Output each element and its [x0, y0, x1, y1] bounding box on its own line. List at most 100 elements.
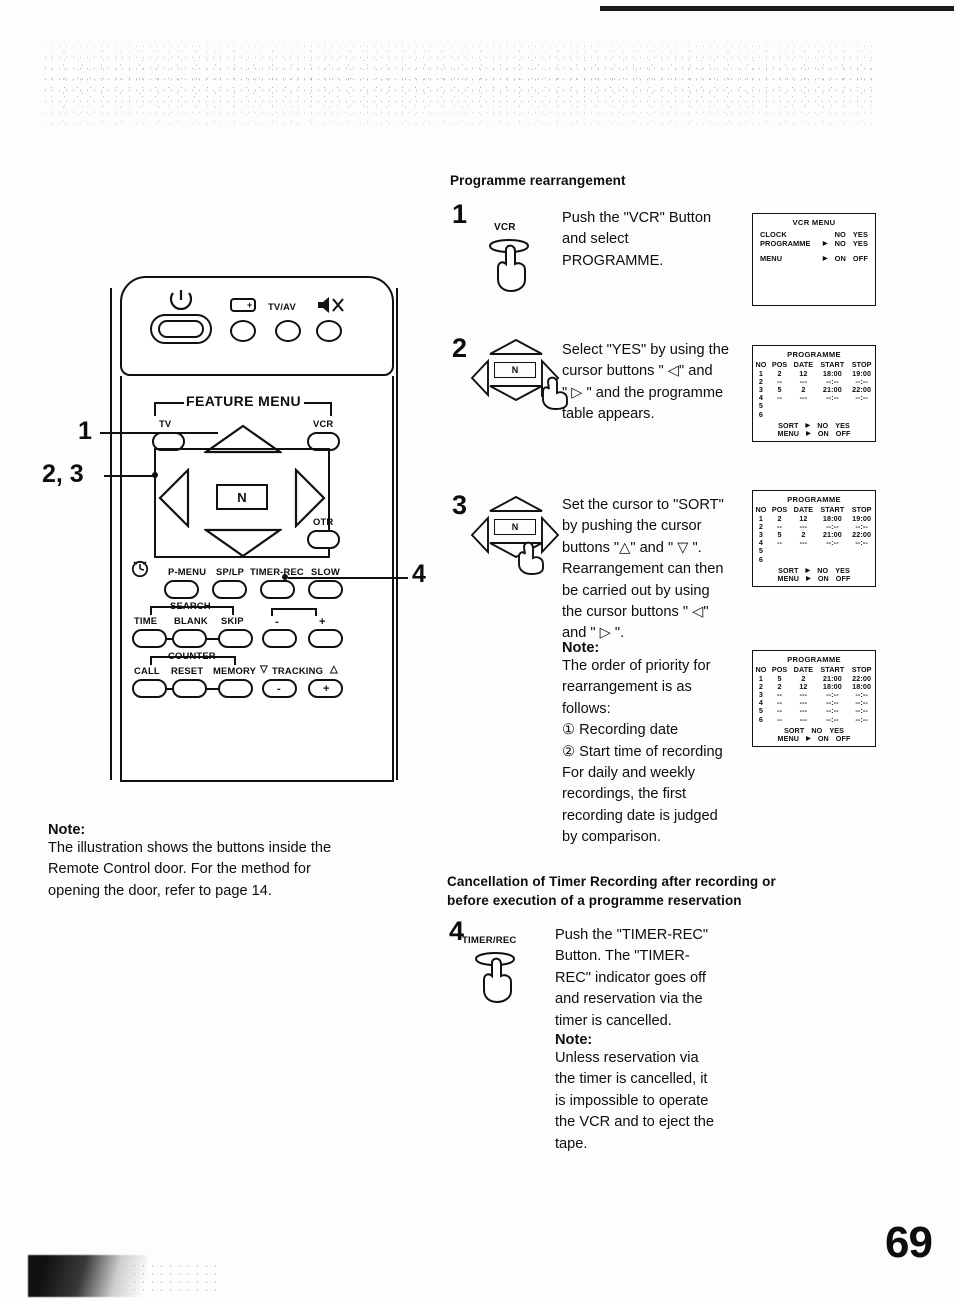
- cursor-up-button[interactable]: [204, 424, 282, 454]
- cancellation-heading-line-1: Cancellation of Timer Recording after re…: [447, 874, 776, 889]
- table-row: 5: [753, 547, 875, 555]
- remote-note-line-1: The illustration shows the buttons insid…: [48, 840, 332, 856]
- blank-button[interactable]: [172, 629, 207, 648]
- cancellation-heading: Cancellation of Timer Recording after re…: [447, 872, 847, 910]
- step-2-cursor-pad-illustration: N: [470, 338, 568, 418]
- cancellation-note-line-3: is impossible to operate: [555, 1092, 709, 1109]
- p-menu-button[interactable]: [164, 580, 199, 599]
- osd-menu-cursor: ▶: [806, 576, 811, 583]
- cell-pos: --: [777, 393, 783, 403]
- step-3-text: Set the cursor to "SORT" by pushing the …: [562, 495, 762, 645]
- cancellation-note-label: Note:: [555, 1032, 593, 1048]
- cell-pos: --: [777, 538, 783, 548]
- otr-button[interactable]: [307, 530, 340, 549]
- remote-outline-right: [396, 288, 399, 780]
- cell-stop: --:--: [855, 714, 868, 724]
- osd-sort-cursor: ▶: [805, 422, 811, 429]
- otr-label: OTR: [313, 516, 334, 527]
- table-row: 5: [753, 402, 875, 410]
- cell-date: ---: [799, 393, 808, 403]
- table-row: 6: [753, 410, 875, 419]
- memory-label: MEMORY: [213, 665, 257, 676]
- step-3-note-line-8: recording date is judged: [562, 807, 718, 824]
- cursor-pad-up-icon: [489, 338, 543, 355]
- cell-start: [817, 547, 849, 555]
- step-3-note-line-2: rearrangement is as: [562, 679, 692, 696]
- step-1-button-illustration: VCR: [482, 222, 550, 294]
- osd-vcr-menu-title: VCR MENU: [792, 218, 836, 227]
- sp-lp-button[interactable]: [212, 580, 247, 599]
- osd-programme-title-2: PROGRAMME: [787, 495, 841, 504]
- p-menu-label: P-MENU: [168, 566, 207, 577]
- tvav-button[interactable]: [275, 320, 301, 342]
- hand-press-icon: [488, 239, 530, 293]
- volume-down-button[interactable]: [262, 629, 297, 648]
- cell-date: [790, 547, 816, 555]
- call-button[interactable]: [132, 679, 167, 698]
- counter-bracket-left-tick: [150, 656, 153, 665]
- cell-pos: [769, 547, 790, 555]
- mute-icon: [318, 297, 344, 313]
- step-4-line-4: and reservation via the: [555, 991, 703, 1008]
- timer-rec-button[interactable]: [260, 580, 295, 599]
- volume-up-button-2[interactable]: [308, 629, 343, 648]
- step-3-note-line-7: recordings, the first: [562, 786, 687, 803]
- blank-label: BLANK: [174, 615, 208, 626]
- cursor-left-button[interactable]: [158, 468, 190, 528]
- step-4-button-label: TIMER/REC: [462, 935, 517, 946]
- step-1-line-2: and select: [562, 231, 629, 248]
- cancellation-note-line-4: the VCR and to eject the: [555, 1114, 715, 1131]
- volume-down-label: -: [275, 616, 279, 628]
- callout-1-leader: [100, 432, 218, 435]
- feature-menu-bracket-left: [154, 402, 184, 405]
- step-2-line-4: table appears.: [562, 406, 655, 423]
- osd-menu-on: ON: [817, 429, 829, 439]
- skip-button[interactable]: [218, 629, 253, 648]
- osd-menu-cursor: ▶: [806, 431, 811, 438]
- osd-menu-cursor: ▶: [822, 256, 828, 263]
- cell-start: --:--: [826, 393, 839, 403]
- cursor-pad-left-icon: [470, 515, 489, 555]
- volume-up-button[interactable]: [230, 320, 256, 342]
- remote-note: Note: The illustration shows the buttons…: [48, 822, 388, 902]
- cell-date: ---: [799, 714, 808, 724]
- time-button[interactable]: [132, 629, 167, 648]
- volume-bracket-right-tick: [315, 608, 318, 616]
- cursor-down-button[interactable]: [204, 528, 282, 558]
- remote-note-line-3: opening the door, refer to page 14.: [48, 882, 272, 899]
- osd-menu-on: ON: [817, 734, 829, 744]
- step-3-note-line-3: follows:: [562, 700, 611, 717]
- cell-date: ---: [799, 538, 808, 548]
- step-1-line-1: Push the "VCR" Button: [562, 210, 712, 226]
- step-1-number: 1: [452, 199, 468, 229]
- memory-button[interactable]: [218, 679, 253, 698]
- sp-lp-label: SP/LP: [216, 566, 245, 577]
- mute-button[interactable]: [316, 320, 342, 342]
- tracking-down-arrow-icon: ▽: [260, 664, 268, 675]
- counter-bracket-right-tick: [234, 656, 237, 665]
- osd-programme-cursor: ▶: [822, 240, 828, 247]
- cell-date: [790, 411, 816, 419]
- step-1-text: Push the "VCR" Button and select PROGRAM…: [562, 208, 752, 272]
- skip-label: SKIP: [221, 615, 244, 626]
- slow-button[interactable]: [308, 580, 343, 599]
- osd-menu-off: OFF: [835, 734, 851, 744]
- call-label: CALL: [134, 665, 160, 676]
- counter-row-connector-2: [205, 688, 220, 691]
- remote-outline-left: [110, 288, 113, 780]
- cursor-pad-down-icon: [489, 385, 543, 402]
- step-4-line-3: REC" indicator goes off: [555, 969, 706, 986]
- reset-button[interactable]: [172, 679, 207, 698]
- cell-stop: --:--: [855, 538, 868, 548]
- osd-programme-table-1-grid: NO POS DATE START STOP 1 2 12 18:00 19:00 2-…: [753, 361, 875, 419]
- tracking-label: TRACKING: [272, 665, 324, 676]
- cursor-pad-center-n: N: [494, 362, 536, 378]
- volume-bracket-left-tick: [271, 608, 274, 616]
- osd-menu-label: MENU: [760, 254, 783, 264]
- osd-menu-label: MENU: [777, 734, 800, 744]
- step-3-note-line-9: by comparison.: [562, 829, 661, 846]
- volume-plus-label: +: [247, 300, 253, 310]
- cursor-center-n-button[interactable]: N: [216, 484, 268, 510]
- step-4-button-illustration: TIMER/REC: [462, 935, 538, 1005]
- osd-programme-table-sorted: PROGRAMME NO POS DATE START STOP 1 5 2 21:0…: [752, 650, 876, 747]
